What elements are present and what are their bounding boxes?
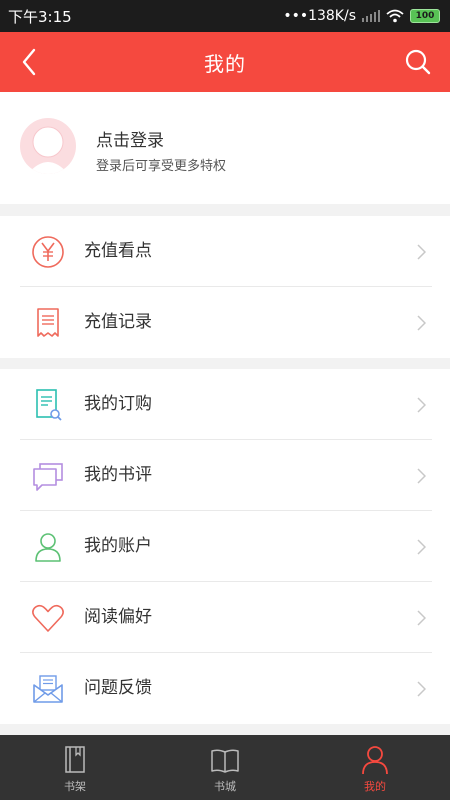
nav-label: 书架 [64,780,86,793]
default-avatar-icon [27,126,69,174]
avatar [20,118,76,174]
menu-item-label: 阅读偏好 [84,607,152,627]
back-arrow-icon[interactable] [16,46,44,78]
menu-item-label: 充值看点 [84,241,152,261]
menu-group-account: 我的订购 我的书评 我的账户 阅读偏好 问题反馈 [0,369,450,724]
chat-bubbles-icon [33,463,63,491]
chevron-right-icon [417,244,426,260]
nav-label: 我的 [364,780,386,793]
envelope-icon [33,675,63,703]
menu-item-label: 我的书评 [84,465,152,485]
yen-circle-icon [32,236,64,268]
signal-icon [362,10,380,22]
nav-tab-bookstore[interactable]: 书城 [150,735,300,800]
menu-item-label: 我的账户 [84,536,152,556]
nav-tab-mine[interactable]: 我的 [300,735,450,800]
app-header: 我的 [0,32,450,92]
login-subtitle: 登录后可享受更多特权 [96,159,227,174]
chevron-right-icon [417,681,426,697]
network-speed: •••138K/s [283,8,356,24]
document-search-icon [36,389,62,421]
page-title: 我的 [204,51,246,76]
chevron-right-icon [417,315,426,331]
menu-item-feedback[interactable]: 问题反馈 [0,653,450,724]
chevron-right-icon [417,610,426,626]
chevron-right-icon [417,539,426,555]
menu-item-reviews[interactable]: 我的书评 [0,440,450,511]
menu-item-label: 我的订购 [84,394,152,414]
status-time: 下午3:15 [8,7,72,26]
menu-item-recharge[interactable]: 充值看点 [0,216,450,287]
chevron-right-icon [417,468,426,484]
status-bar: 下午3:15 •••138K/s 100 [0,0,450,32]
menu-item-recharge-history[interactable]: 充值记录 [0,287,450,358]
menu-item-reading-preferences[interactable]: 阅读偏好 [0,582,450,653]
chevron-right-icon [417,397,426,413]
status-indicators: •••138K/s 100 [283,8,440,24]
bookshelf-icon [65,746,85,773]
menu-item-subscriptions[interactable]: 我的订购 [0,369,450,440]
menu-group-recharge: 充值看点 充值记录 [0,216,450,358]
search-icon[interactable] [402,46,434,78]
nav-tab-bookshelf[interactable]: 书架 [0,735,150,800]
menu-item-label: 问题反馈 [84,678,152,698]
heart-icon [32,604,64,632]
menu-item-account[interactable]: 我的账户 [0,511,450,582]
battery-icon: 100 [410,9,440,23]
receipt-icon [37,308,59,337]
bottom-nav: 书架 书城 我的 [0,735,450,800]
login-profile-card[interactable]: 点击登录 登录后可享受更多特权 [0,92,450,204]
open-book-icon [211,749,239,773]
wifi-icon [386,9,404,23]
nav-label: 书城 [214,780,236,793]
person-icon [362,746,388,775]
menu-item-label: 充值记录 [84,312,152,332]
login-title: 点击登录 [96,131,164,151]
screen: 下午3:15 •••138K/s 100 我的 点击登录 登录后可享受更多特权 [0,0,450,800]
user-icon [35,533,61,562]
